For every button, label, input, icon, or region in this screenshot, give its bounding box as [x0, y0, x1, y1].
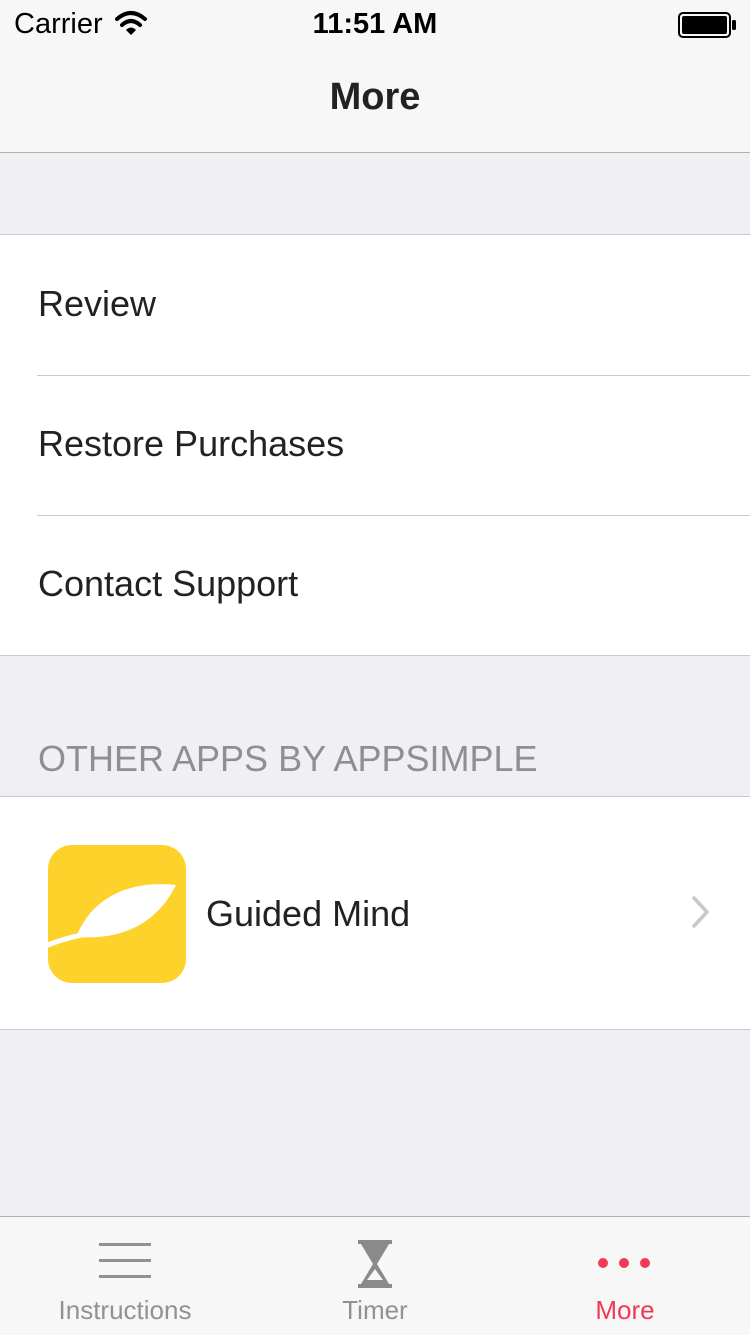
contact-support-cell[interactable]: Contact Support — [0, 515, 750, 655]
status-time: 11:51 AM — [312, 8, 438, 40]
leaf-icon — [48, 845, 186, 983]
tab-more-label: More — [595, 1295, 655, 1325]
more-dots-icon — [595, 1239, 655, 1289]
guided-mind-cell[interactable]: Guided Mind — [0, 797, 750, 1029]
battery-icon — [678, 12, 738, 38]
review-cell[interactable]: Review — [0, 235, 750, 375]
tab-instructions[interactable]: Instructions — [0, 1217, 250, 1335]
hourglass-icon — [345, 1239, 405, 1289]
settings-list: Review Restore Purchases Contact Support — [0, 234, 750, 656]
other-apps-header: OTHER APPS BY APPSIMPLE — [38, 738, 538, 779]
review-label: Review — [38, 283, 157, 324]
restore-purchases-cell[interactable]: Restore Purchases — [0, 375, 750, 515]
tab-more[interactable]: More — [500, 1217, 750, 1335]
chevron-right-icon — [690, 895, 712, 929]
list-icon — [95, 1239, 155, 1289]
page-title: More — [329, 76, 421, 118]
tab-timer-label: Timer — [342, 1295, 408, 1325]
guided-mind-label: Guided Mind — [206, 893, 411, 934]
restore-purchases-label: Restore Purchases — [38, 423, 345, 464]
tab-timer[interactable]: Timer — [250, 1217, 500, 1335]
other-apps-list: Guided Mind — [0, 796, 750, 1030]
status-bar: Carrier 11:51 AM — [0, 0, 750, 50]
contact-support-label: Contact Support — [38, 563, 299, 604]
tab-bar: Instructions Timer More — [0, 1216, 750, 1335]
navigation-bar: More — [0, 50, 750, 153]
tab-instructions-label: Instructions — [58, 1295, 192, 1325]
